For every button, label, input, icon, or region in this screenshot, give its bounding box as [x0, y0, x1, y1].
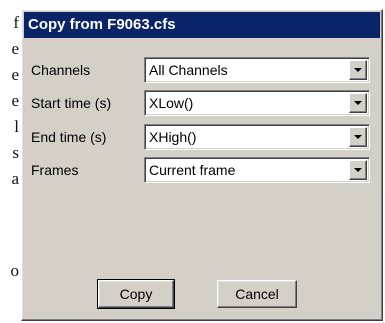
- end-time-select[interactable]: XHigh(): [144, 124, 370, 150]
- start-time-value: XLow(): [149, 95, 194, 111]
- background-char: e: [11, 91, 19, 110]
- end-time-label: End time (s): [31, 129, 107, 145]
- start-time-dropdown-button[interactable]: [349, 93, 367, 113]
- frames-value: Current frame: [149, 162, 236, 178]
- background-char: f: [13, 13, 19, 32]
- background-char: l: [14, 117, 19, 136]
- frames-dropdown-button[interactable]: [349, 160, 367, 180]
- background-document-text: f e e e l s a o: [0, 0, 20, 323]
- end-time-value: XHigh(): [149, 129, 197, 145]
- copy-dialog: Copy from F9063.cfs Channels All Channel…: [21, 9, 383, 321]
- background-char: s: [12, 143, 19, 162]
- frames-select[interactable]: Current frame: [144, 157, 370, 183]
- channels-label: Channels: [31, 62, 91, 78]
- chevron-down-icon: [354, 101, 362, 105]
- frames-label: Frames: [31, 162, 79, 178]
- background-char: e: [11, 39, 19, 58]
- dialog-title[interactable]: Copy from F9063.cfs: [24, 12, 380, 38]
- channels-select[interactable]: All Channels: [144, 57, 370, 83]
- channels-dropdown-button[interactable]: [349, 60, 367, 80]
- background-char: e: [11, 65, 19, 84]
- start-time-label: Start time (s): [31, 95, 112, 111]
- background-char: a: [11, 169, 19, 188]
- background-char: o: [10, 261, 20, 280]
- chevron-down-icon: [354, 168, 362, 172]
- chevron-down-icon: [354, 68, 362, 72]
- start-time-select[interactable]: XLow(): [144, 90, 370, 116]
- channels-value: All Channels: [149, 62, 228, 78]
- copy-button[interactable]: Copy: [97, 279, 175, 309]
- cancel-button[interactable]: Cancel: [217, 280, 297, 308]
- end-time-dropdown-button[interactable]: [349, 127, 367, 147]
- chevron-down-icon: [354, 135, 362, 139]
